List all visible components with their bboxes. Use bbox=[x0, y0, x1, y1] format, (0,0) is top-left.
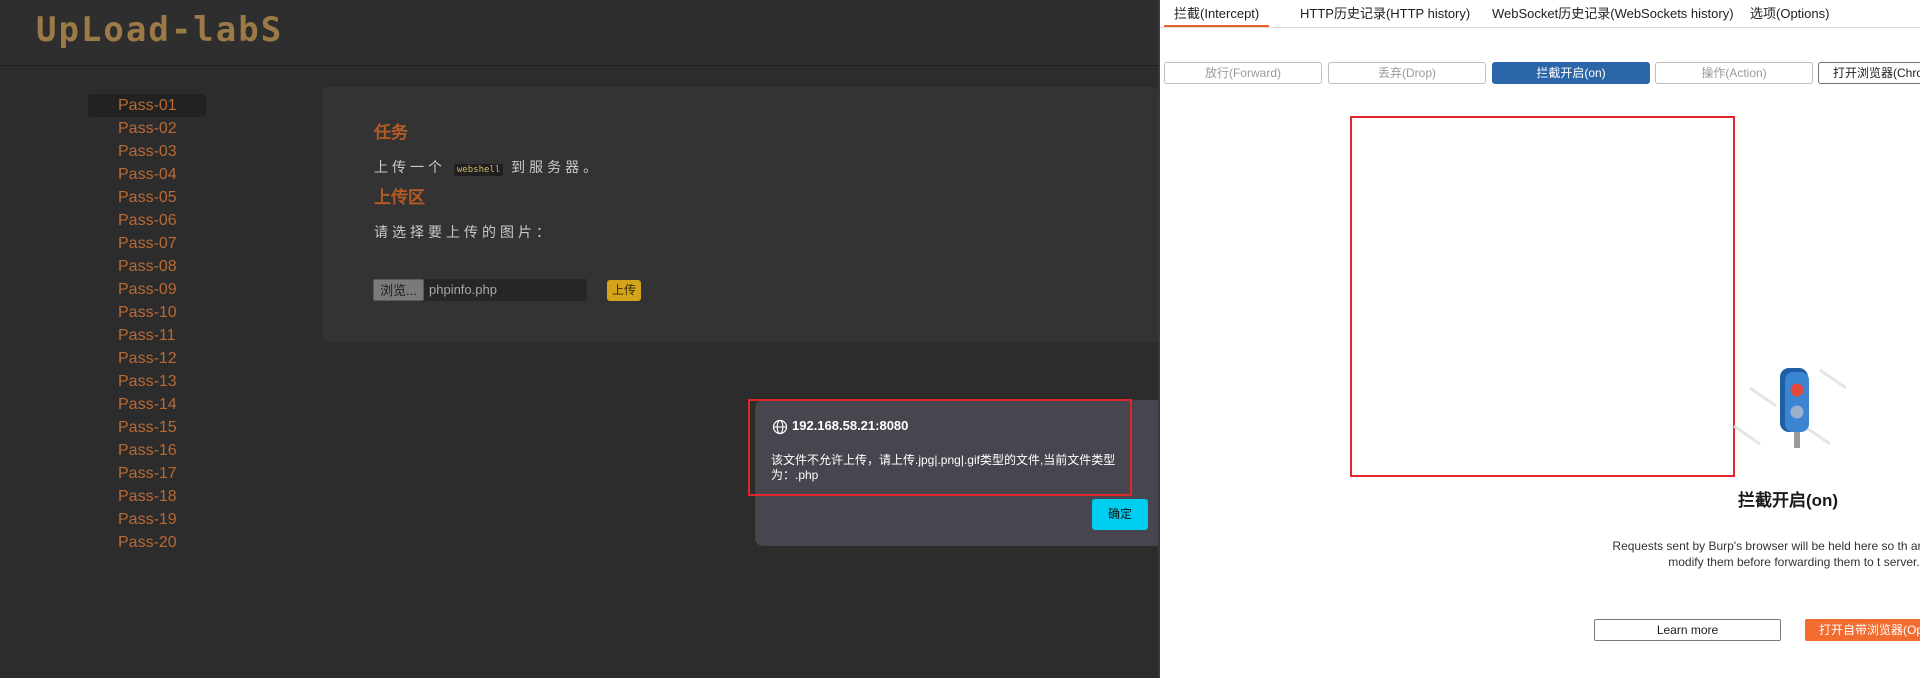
nav-item-pass-03[interactable]: Pass-03 bbox=[88, 140, 206, 163]
nav-item-pass-06[interactable]: Pass-06 bbox=[88, 209, 206, 232]
nav-item-pass-13[interactable]: Pass-13 bbox=[88, 370, 206, 393]
browse-button[interactable]: 浏览... bbox=[373, 279, 424, 301]
tab-http-history[interactable]: HTTP历史记录(HTTP history) bbox=[1290, 0, 1480, 27]
open-embedded-browser-button[interactable]: 打开自带浏览器(Op bbox=[1805, 619, 1920, 641]
nav-item-pass-15[interactable]: Pass-15 bbox=[88, 416, 206, 439]
drop-button[interactable]: 丢弃(Drop) bbox=[1328, 62, 1486, 84]
burp-tabs: 拦截(Intercept) HTTP历史记录(HTTP history) Web… bbox=[1160, 0, 1920, 28]
upload-button[interactable]: 上传 bbox=[607, 280, 641, 301]
file-name: phpinfo.php bbox=[429, 282, 497, 297]
ok-button[interactable]: 确定 bbox=[1092, 499, 1148, 530]
task-code: webshell bbox=[453, 164, 504, 176]
tab-websockets-history[interactable]: WebSocket历史记录(WebSockets history) bbox=[1482, 0, 1744, 27]
forward-button[interactable]: 放行(Forward) bbox=[1164, 62, 1322, 84]
nav-item-pass-19[interactable]: Pass-19 bbox=[88, 508, 206, 531]
highlight-box bbox=[748, 399, 1132, 496]
nav-item-pass-08[interactable]: Pass-08 bbox=[88, 255, 206, 278]
open-browser-button[interactable]: 打开浏览器(Chro bbox=[1818, 62, 1920, 84]
intercept-title: 拦截开启(on) bbox=[1738, 491, 1839, 510]
nav-item-pass-09[interactable]: Pass-09 bbox=[88, 278, 206, 301]
task-text-after: 到服务器。 bbox=[511, 159, 602, 175]
task-card: 任务 上传一个 webshell 到服务器。 上传区 请选择要上传的图片： 浏览… bbox=[323, 87, 1158, 342]
nav-item-pass-07[interactable]: Pass-07 bbox=[88, 232, 206, 255]
nav-item-pass-16[interactable]: Pass-16 bbox=[88, 439, 206, 462]
upload-labs-page: UpLoad-labS Pass-01 Pass-02 Pass-03 Pass-04… bbox=[0, 0, 1158, 678]
traffic-light-icon bbox=[1733, 368, 1847, 448]
nav-item-pass-18[interactable]: Pass-18 bbox=[88, 485, 206, 508]
task-heading: 任务 bbox=[374, 123, 408, 142]
top-bar: UpLoad-labS bbox=[0, 0, 1158, 66]
nav-item-pass-11[interactable]: Pass-11 bbox=[88, 324, 206, 347]
nav-item-pass-02[interactable]: Pass-02 bbox=[88, 117, 206, 140]
nav-item-pass-05[interactable]: Pass-05 bbox=[88, 186, 206, 209]
file-input[interactable]: 浏览... phpinfo.php bbox=[373, 279, 587, 301]
tab-intercept[interactable]: 拦截(Intercept) bbox=[1164, 0, 1270, 27]
nav-item-pass-20[interactable]: Pass-20 bbox=[88, 531, 206, 554]
nav-item-pass-01[interactable]: Pass-01 bbox=[88, 94, 206, 117]
highlight-box bbox=[1350, 116, 1735, 477]
nav-item-pass-14[interactable]: Pass-14 bbox=[88, 393, 206, 416]
upload-prompt: 请选择要上传的图片： bbox=[374, 224, 554, 240]
intercept-description: Requests sent by Burp's browser will be … bbox=[1612, 539, 1920, 569]
nav-item-pass-12[interactable]: Pass-12 bbox=[88, 347, 206, 370]
site-logo[interactable]: UpLoad-labS bbox=[36, 10, 283, 50]
task-text-before: 上传一个 bbox=[374, 159, 446, 175]
nav-item-pass-17[interactable]: Pass-17 bbox=[88, 462, 206, 485]
upload-heading: 上传区 bbox=[374, 188, 425, 207]
nav-item-pass-04[interactable]: Pass-04 bbox=[88, 163, 206, 186]
intercept-toggle[interactable]: 拦截开启(on) bbox=[1492, 62, 1650, 84]
nav-item-pass-10[interactable]: Pass-10 bbox=[88, 301, 206, 324]
pass-nav: Pass-01 Pass-02 Pass-03 Pass-04 Pass-05 Pass-… bbox=[88, 94, 206, 554]
tab-options[interactable]: 选项(Options) bbox=[1740, 0, 1839, 27]
task-text: 上传一个 webshell 到服务器。 bbox=[374, 157, 601, 177]
learn-more-button[interactable]: Learn more bbox=[1594, 619, 1781, 641]
action-button[interactable]: 操作(Action) bbox=[1655, 62, 1813, 84]
burp-panel: 拦截(Intercept) HTTP历史记录(HTTP history) Web… bbox=[1158, 0, 1920, 678]
